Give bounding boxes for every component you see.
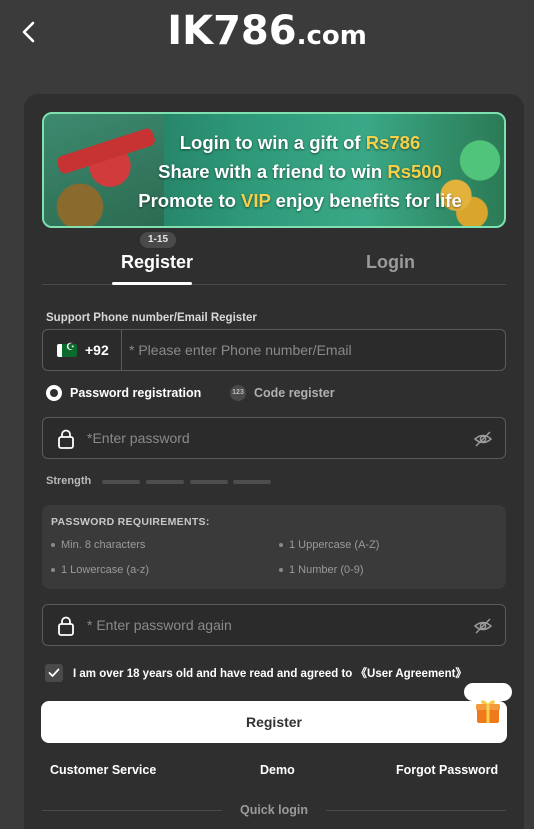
radio-selected-icon (46, 385, 62, 401)
gift-icon[interactable] (474, 697, 502, 725)
demo-link[interactable]: Demo (260, 763, 295, 777)
banner-text: Login to win a gift of Rs786 Share with … (120, 128, 480, 215)
logo-suffix: .com (296, 21, 367, 51)
customer-service-link[interactable]: Customer Service (50, 763, 156, 777)
country-code[interactable]: +92 (85, 342, 109, 358)
tab-register[interactable]: Register (121, 252, 193, 273)
strength-segment-1 (102, 480, 140, 484)
top-bar: IK786.com (0, 0, 534, 70)
requirements-title: PASSWORD REQUIREMENTS: (51, 516, 210, 528)
password-input[interactable] (87, 418, 467, 458)
agreement-text: I am over 18 years old and have read and… (73, 668, 353, 680)
requirement-item: 1 Uppercase (A-Z) (279, 539, 379, 551)
requirement-item: Min. 8 characters (51, 539, 145, 551)
user-agreement-link[interactable]: 《User Agreement》 (356, 668, 467, 680)
phone-field: +92 (42, 329, 506, 371)
strength-label: Strength (46, 475, 92, 487)
requirement-item: 1 Lowercase (a-z) (51, 564, 149, 576)
eye-slash-icon[interactable] (473, 429, 493, 449)
support-label: Support Phone number/Email Register (46, 312, 257, 324)
register-button[interactable]: Register (41, 701, 507, 743)
pakistan-flag-icon[interactable] (57, 342, 77, 357)
phone-separator (121, 330, 122, 370)
requirement-item: 1 Number (0-9) (279, 564, 364, 576)
password-requirements: PASSWORD REQUIREMENTS: Min. 8 characters… (42, 505, 506, 589)
code-123-icon: 123 (230, 385, 246, 401)
tab-login[interactable]: Login (366, 252, 415, 273)
lock-icon (58, 616, 74, 636)
promo-banner[interactable]: Login to win a gift of Rs786 Share with … (42, 112, 506, 228)
mode-password-label: Password registration (70, 386, 202, 400)
banner-line2-highlight: Rs500 (387, 161, 442, 182)
logo-main: IK786 (167, 8, 297, 54)
lock-icon (58, 429, 74, 449)
mode-password-registration[interactable]: Password registration (46, 385, 201, 401)
banner-line3-highlight: VIP (241, 190, 271, 211)
strength-segment-4 (233, 480, 271, 484)
eye-slash-icon[interactable] (473, 616, 493, 636)
brand-logo: IK786.com (0, 8, 534, 54)
banner-line1-highlight: Rs786 (365, 132, 421, 153)
banner-line3: Promote to (138, 190, 242, 211)
banner-line2: Share with a friend to win (158, 161, 388, 182)
quick-login-label: Quick login (239, 803, 309, 817)
banner-line3-suffix: enjoy benefits for life (270, 190, 462, 211)
banner-line1: Login to win a gift of (179, 132, 366, 153)
strength-segment-3 (190, 480, 228, 484)
mode-code-label: Code register (254, 386, 335, 400)
age-badge: 1-15 (140, 232, 176, 248)
confirm-password-field (42, 604, 506, 646)
checkmark-icon (48, 668, 60, 677)
phone-email-input[interactable] (129, 330, 499, 370)
mode-code-register[interactable]: 123 Code register (230, 385, 335, 401)
forgot-password-link[interactable]: Forgot Password (396, 763, 498, 777)
strength-segment-2 (146, 480, 184, 484)
active-tab-indicator (112, 282, 192, 285)
agreement-row: I am over 18 years old and have read and… (45, 664, 467, 682)
password-field (42, 417, 506, 459)
agreement-checkbox[interactable] (45, 664, 63, 682)
confirm-password-input[interactable] (87, 605, 467, 645)
